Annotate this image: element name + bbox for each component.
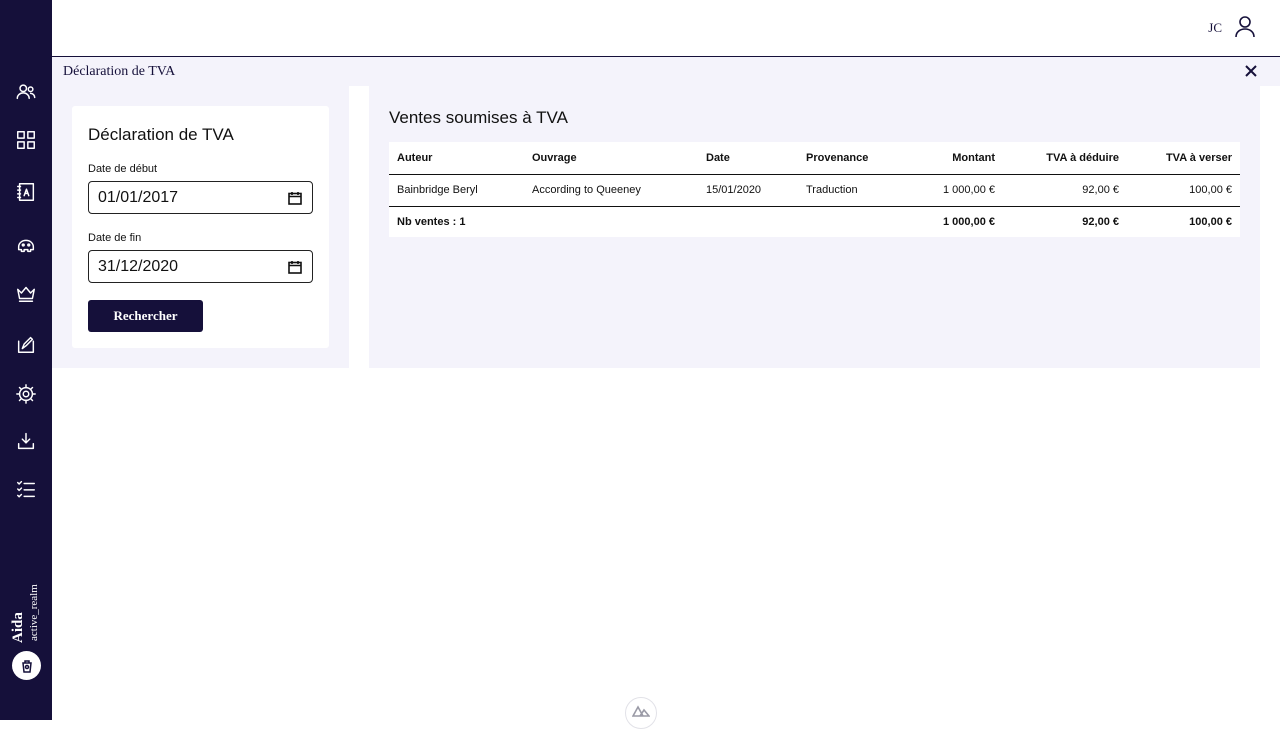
crown-icon[interactable]: [14, 281, 38, 305]
user-initials[interactable]: JC: [1208, 20, 1222, 36]
app-name: Aida: [10, 612, 26, 643]
cell-provenance: Traduction: [798, 174, 903, 207]
brand: Aida active_realm: [8, 575, 48, 645]
column-header-date[interactable]: Date: [698, 142, 798, 175]
start-date-value: 01/01/2017: [98, 189, 179, 206]
piggy-bank-icon[interactable]: [14, 233, 38, 257]
results-table: Auteur Ouvrage Date Provenance Montant T…: [389, 142, 1240, 237]
cell-date: 15/01/2020: [698, 174, 798, 207]
calendar-icon[interactable]: [288, 191, 302, 205]
translation-book-icon[interactable]: [14, 180, 38, 204]
gear-icon[interactable]: [14, 382, 38, 406]
total-count: Nb ventes : 1: [397, 216, 466, 229]
table-total-row: Nb ventes : 1 1 000,00 € 92,00 € 100,00 …: [389, 206, 1240, 238]
end-date-value: 31/12/2020: [98, 258, 179, 275]
nuxt-logo-icon[interactable]: [625, 697, 657, 729]
download-icon[interactable]: [14, 429, 38, 453]
dashboard-grid-icon[interactable]: [14, 128, 38, 152]
end-date-label: Date de fin: [88, 232, 142, 244]
end-date-input[interactable]: 31/12/2020: [88, 250, 313, 283]
search-area: Déclaration de TVA Date de début 01/01/2…: [52, 86, 349, 368]
search-card: Déclaration de TVA Date de début 01/01/2…: [72, 106, 329, 348]
panel-title: Déclaration de TVA: [63, 64, 176, 79]
start-date-input[interactable]: 01/01/2017: [88, 181, 313, 214]
search-card-title: Déclaration de TVA: [88, 125, 234, 144]
cell-tva-deduire: 92,00 €: [1003, 174, 1127, 207]
calendar-icon[interactable]: [288, 260, 302, 274]
total-montant: 1 000,00 €: [943, 216, 995, 229]
checklist-icon[interactable]: [14, 477, 38, 501]
table-header-row: Auteur Ouvrage Date Provenance Montant T…: [389, 142, 1240, 175]
app-logo-icon[interactable]: [12, 651, 41, 680]
column-header-ouvrage[interactable]: Ouvrage: [524, 142, 698, 175]
users-icon[interactable]: [14, 80, 38, 104]
user-account-icon[interactable]: [1232, 13, 1258, 39]
results-area: Ventes soumises à TVA Auteur Ouvrage Dat…: [369, 86, 1260, 368]
search-button[interactable]: Rechercher: [88, 300, 203, 332]
column-header-tva-verser[interactable]: TVA à verser: [1127, 142, 1240, 175]
cell-auteur: Bainbridge Beryl: [389, 174, 524, 207]
results-title: Ventes soumises à TVA: [389, 108, 568, 127]
table-row[interactable]: Bainbridge Beryl According to Queeney 15…: [389, 174, 1240, 207]
column-header-montant[interactable]: Montant: [903, 142, 1003, 175]
sidebar: Aida active_realm: [0, 0, 52, 720]
column-header-provenance[interactable]: Provenance: [798, 142, 903, 175]
column-header-auteur[interactable]: Auteur: [389, 142, 524, 175]
total-tva-verser: 100,00 €: [1189, 216, 1232, 229]
column-header-tva-deduire[interactable]: TVA à déduire: [1003, 142, 1127, 175]
top-bar: JC: [52, 0, 1280, 57]
total-tva-deduire: 92,00 €: [1082, 216, 1119, 229]
start-date-label: Date de début: [88, 163, 158, 175]
cell-tva-verser: 100,00 €: [1127, 174, 1240, 207]
edit-document-icon[interactable]: [14, 332, 38, 356]
cell-ouvrage: According to Queeney: [524, 174, 698, 207]
cell-montant: 1 000,00 €: [903, 174, 1003, 207]
realm-name: active_realm: [28, 584, 40, 641]
panel-header: Déclaration de TVA: [52, 57, 1280, 86]
close-icon[interactable]: [1244, 64, 1258, 78]
